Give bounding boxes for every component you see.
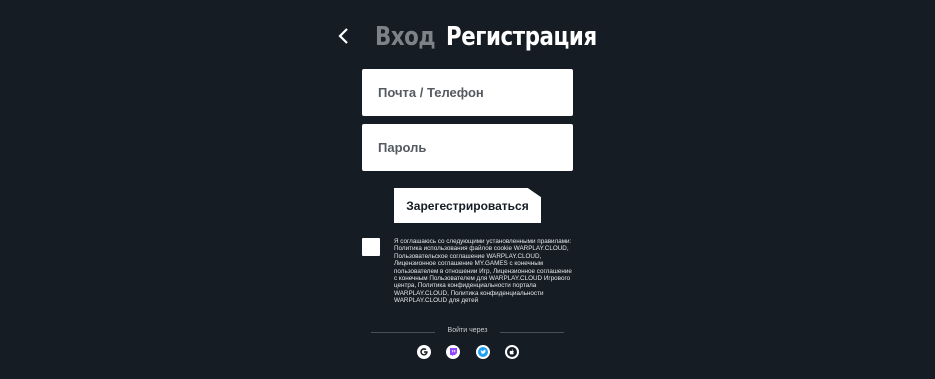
chevron-left-icon — [338, 28, 348, 44]
back-button[interactable] — [335, 27, 353, 45]
google-login-button[interactable] — [417, 345, 431, 359]
twitch-icon — [450, 348, 457, 357]
login-via-label: Войти через — [447, 327, 488, 334]
google-icon — [420, 348, 428, 356]
email-phone-input[interactable] — [362, 69, 573, 116]
agreement-checkbox[interactable] — [362, 238, 380, 256]
twitter-login-button[interactable] — [476, 345, 490, 359]
tab-register[interactable]: Регистрация — [446, 22, 597, 52]
twitch-login-button[interactable] — [446, 345, 460, 359]
password-input[interactable] — [362, 124, 573, 171]
divider-right — [500, 332, 564, 333]
register-button[interactable]: Зарегестрироваться — [394, 188, 541, 223]
tab-login[interactable]: Вход — [375, 22, 436, 52]
divider-left — [371, 332, 435, 333]
apple-icon — [507, 347, 517, 357]
apple-login-button[interactable] — [505, 345, 519, 359]
agreement-text: Я соглашаюсь со следующими установленным… — [394, 238, 572, 305]
twitter-icon — [478, 347, 488, 357]
